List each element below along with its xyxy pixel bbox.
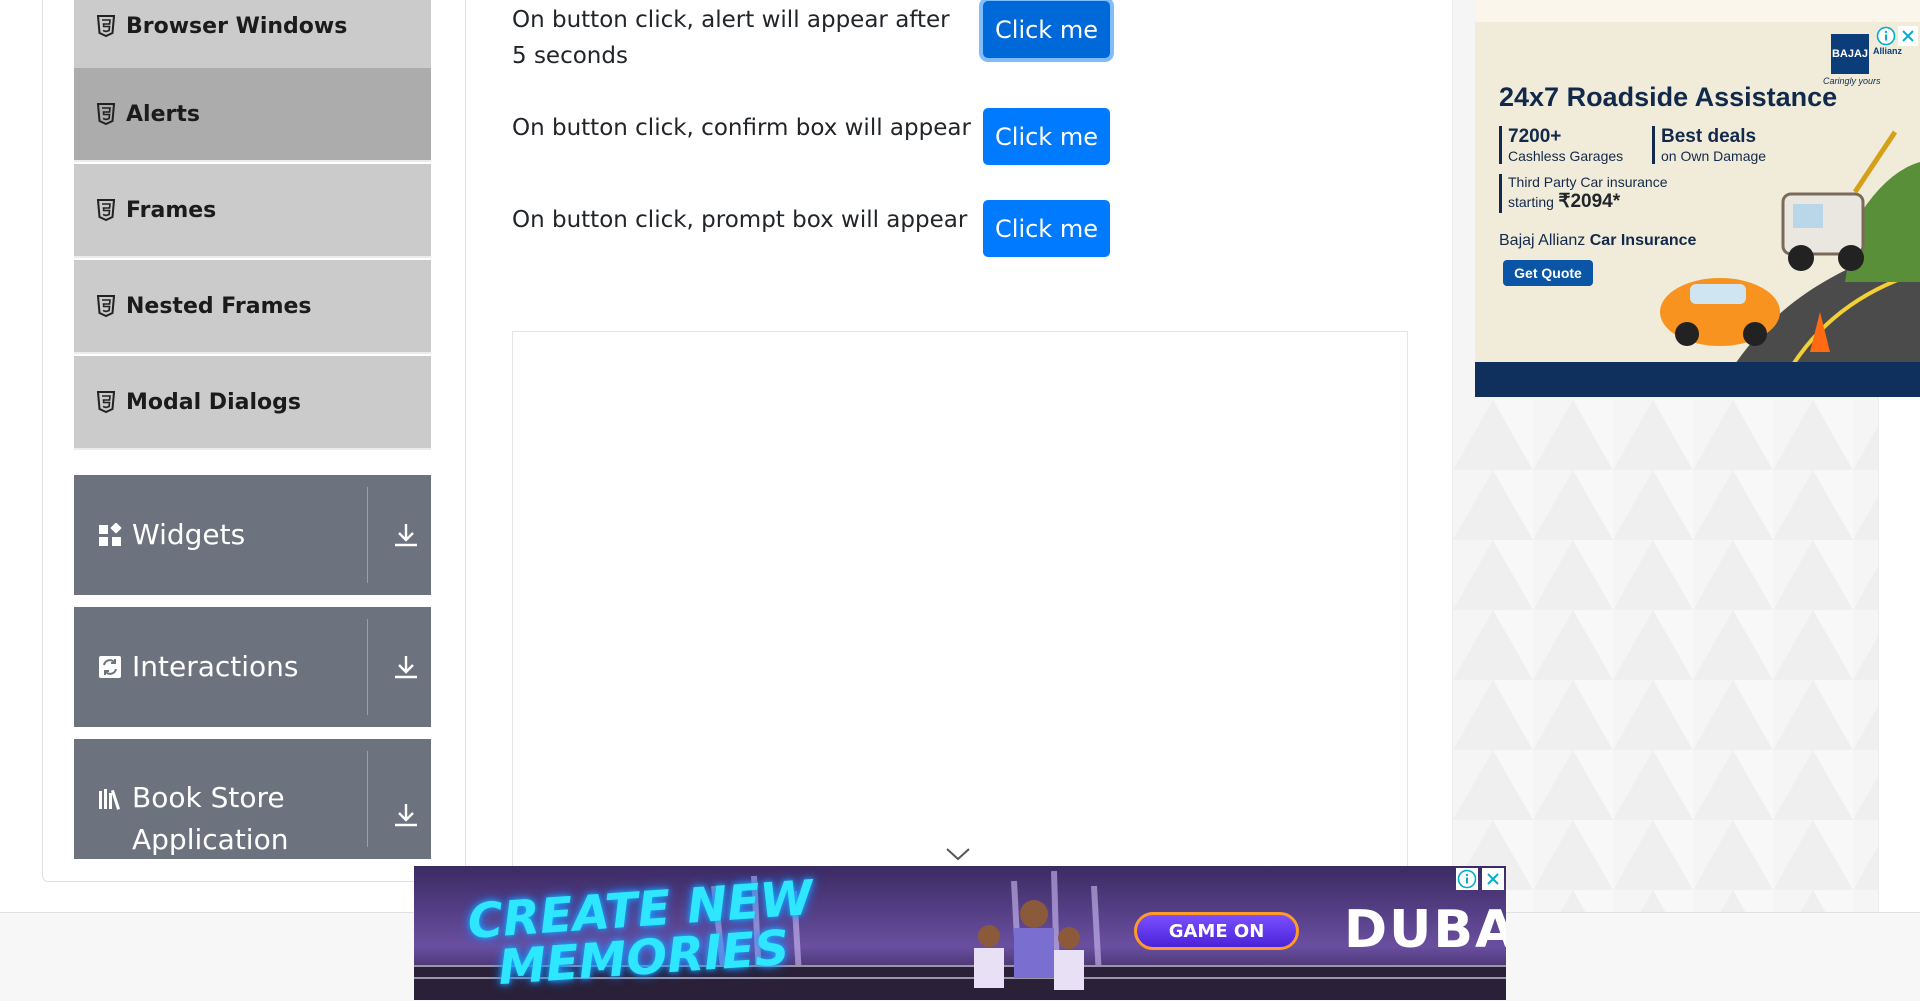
- ad-strip: [1475, 0, 1920, 22]
- html5-icon: [96, 295, 116, 317]
- nav-item-label: Alerts: [126, 101, 200, 127]
- ad-stat-deals: Best deals on Own Damage: [1652, 126, 1766, 164]
- ad-tp-price: ₹2094*: [1558, 191, 1621, 212]
- nav-item-nested-frames[interactable]: Nested Frames: [74, 260, 431, 354]
- confirm-row-text: On button click, confirm box will appear: [512, 115, 971, 141]
- nav-group-label: Book Store Application: [132, 781, 289, 856]
- interactions-icon: [99, 656, 121, 678]
- insurance-ad[interactable]: BAJAJ Caringly yours Allianz 24x7 Roadsi…: [1475, 22, 1920, 397]
- ad-close-icon[interactable]: [1482, 868, 1504, 890]
- nav-item-label: Frames: [126, 197, 217, 223]
- ad-stat-value: 7200+: [1508, 126, 1562, 147]
- divider: [367, 619, 368, 715]
- divider: [367, 487, 368, 583]
- html5-icon: [96, 15, 116, 37]
- nav-item-alerts[interactable]: Alerts: [74, 68, 431, 162]
- game-on-button[interactable]: GAME ON: [1134, 912, 1299, 950]
- chevron-down-icon[interactable]: [944, 846, 972, 862]
- ad-info-icon[interactable]: [1456, 868, 1478, 890]
- ad-info-icon[interactable]: [1876, 26, 1896, 46]
- bajaj-logo: BAJAJ: [1831, 34, 1869, 74]
- download-arrow-icon[interactable]: [392, 653, 420, 681]
- nav-item-label: Nested Frames: [126, 293, 312, 319]
- ad-stat-label: on Own Damage: [1661, 148, 1767, 164]
- ad-stat-value: Best deals: [1661, 126, 1757, 147]
- html5-icon: [96, 103, 116, 125]
- background-pattern: [1453, 400, 1878, 912]
- ad-title: 24x7 Roadside Assistance: [1499, 82, 1838, 112]
- ad-brand-line: Bajaj Allianz Car Insurance: [1499, 232, 1696, 250]
- allianz-logo: Allianz: [1873, 46, 1903, 56]
- ad-brand-prefix: Bajaj Allianz: [1499, 232, 1586, 249]
- html5-icon: [96, 199, 116, 221]
- divider: [367, 751, 368, 847]
- ad-stat-garages: 7200+ Cashless Garages: [1499, 126, 1623, 164]
- timer-alert-button[interactable]: Click me: [983, 1, 1110, 58]
- nav-group-book-store[interactable]: Book Store Application: [74, 739, 431, 859]
- ad-stat-label: Cashless Garages: [1508, 148, 1624, 164]
- download-arrow-icon[interactable]: [392, 801, 420, 829]
- confirm-button[interactable]: Click me: [983, 108, 1110, 165]
- books-icon: [99, 789, 120, 810]
- get-quote-button[interactable]: Get Quote: [1503, 260, 1593, 286]
- nav-group-widgets[interactable]: Widgets: [74, 475, 431, 595]
- nav-item-frames[interactable]: Frames: [74, 164, 431, 258]
- ad-close-icon[interactable]: [1898, 26, 1918, 46]
- dubai-ad[interactable]: CREATE NEW MEMORIES GAME ON DUBAI: [414, 866, 1506, 1000]
- html5-icon: [96, 391, 116, 413]
- nav-item-modal-dialogs[interactable]: Modal Dialogs: [74, 356, 431, 450]
- widgets-icon: [99, 523, 122, 546]
- nav-group-label: Widgets: [132, 518, 246, 551]
- ad-tp-starting: starting: [1508, 194, 1554, 210]
- nav-item-browser-windows[interactable]: Browser Windows: [74, 0, 431, 74]
- nav-group-interactions[interactable]: Interactions: [74, 607, 431, 727]
- nav-item-label: Modal Dialogs: [126, 389, 301, 415]
- ad-brand-bold: Car Insurance: [1589, 232, 1697, 249]
- ad-third-party: Third Party Car insurance starting ₹2094…: [1499, 174, 1668, 213]
- nav-item-label: Browser Windows: [126, 13, 348, 39]
- ad-tp-line: Third Party Car insurance: [1508, 174, 1668, 190]
- alert-row-text: On button click, alert will appear after…: [512, 7, 950, 69]
- prompt-button[interactable]: Click me: [983, 200, 1110, 257]
- dubai-logo: DUBAI: [1344, 900, 1506, 960]
- nav-group-label: Interactions: [132, 650, 299, 683]
- download-arrow-icon[interactable]: [392, 521, 420, 549]
- embedded-frame: [512, 331, 1408, 891]
- prompt-row-text: On button click, prompt box will appear: [512, 207, 968, 233]
